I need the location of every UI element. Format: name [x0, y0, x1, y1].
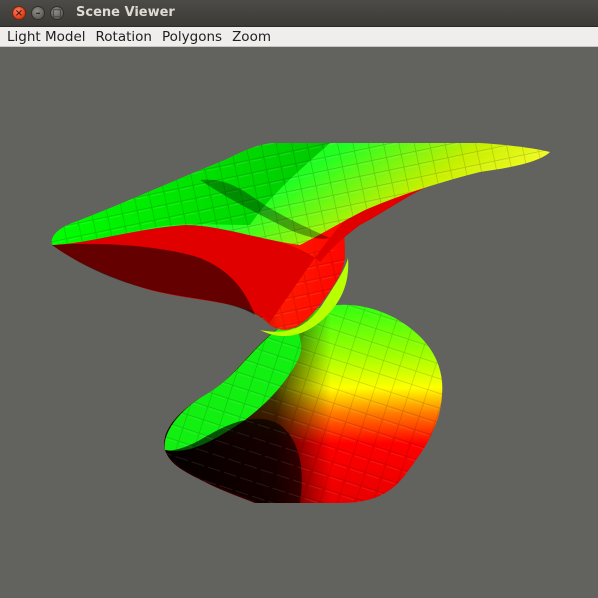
- minimize-icon[interactable]: –: [31, 6, 45, 20]
- menu-light-model[interactable]: Light Model: [2, 27, 91, 47]
- maximize-icon[interactable]: □: [50, 6, 64, 20]
- close-icon[interactable]: ×: [12, 6, 26, 20]
- rendered-surface: [51, 143, 550, 503]
- window-title: Scene Viewer: [76, 5, 175, 20]
- menu-polygons[interactable]: Polygons: [157, 27, 227, 47]
- scene-viewport[interactable]: [0, 48, 598, 598]
- surface-bottom-lobe: [164, 304, 443, 503]
- title-bar[interactable]: × – □ Scene Viewer: [0, 0, 598, 27]
- menu-zoom[interactable]: Zoom: [227, 27, 276, 47]
- scene-viewer-window: × – □ Scene Viewer Light Model Rotation …: [0, 0, 598, 598]
- menu-rotation[interactable]: Rotation: [91, 27, 157, 47]
- menu-bar: Light Model Rotation Polygons Zoom: [0, 27, 598, 47]
- surface-top-sheet: [51, 143, 550, 245]
